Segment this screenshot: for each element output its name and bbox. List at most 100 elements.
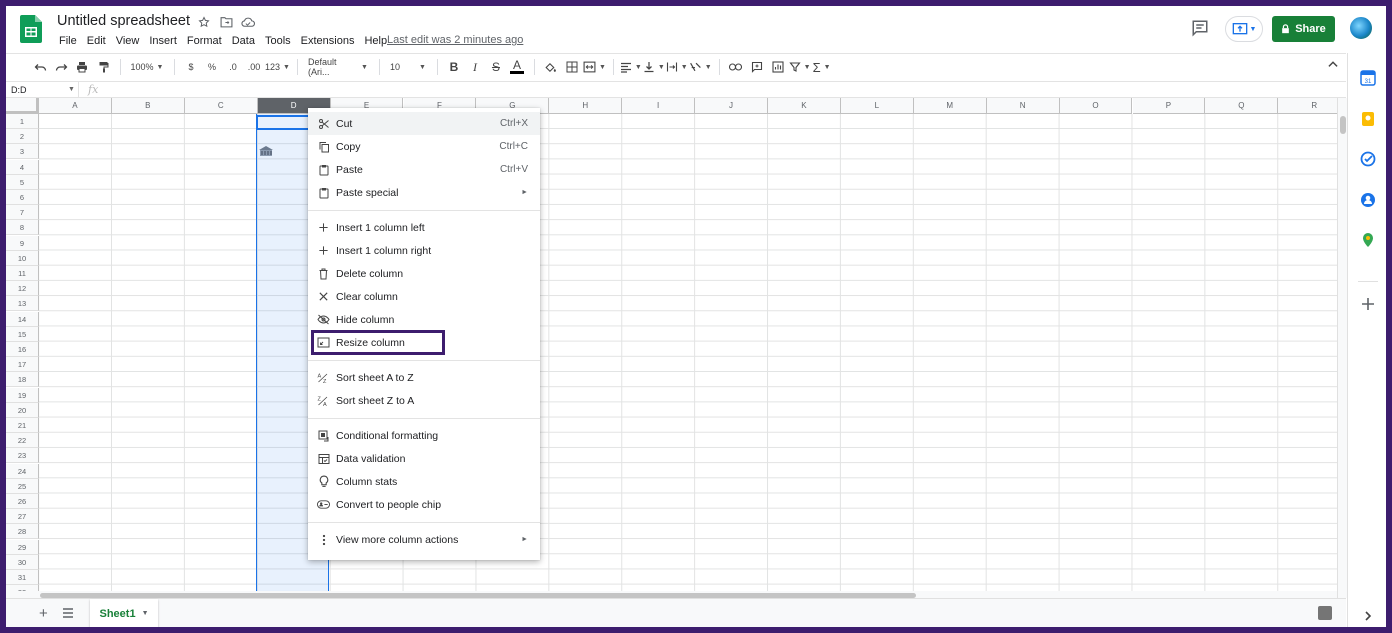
- menu-item-delete-column[interactable]: Delete column: [308, 262, 540, 285]
- menu-tools[interactable]: Tools: [260, 34, 296, 48]
- percent-format-button[interactable]: %: [202, 57, 222, 77]
- strikethrough-button[interactable]: S: [486, 57, 506, 77]
- insert-link-icon[interactable]: [726, 57, 746, 77]
- keep-icon[interactable]: [1360, 111, 1376, 127]
- row-header[interactable]: 13: [6, 296, 39, 312]
- menu-item-paste[interactable]: Paste Ctrl+V: [308, 158, 540, 181]
- row-header[interactable]: 2: [6, 129, 39, 145]
- row-header[interactable]: 29: [6, 539, 39, 555]
- menu-insert[interactable]: Insert: [144, 34, 182, 48]
- redo-icon[interactable]: [51, 57, 71, 77]
- column-header-i[interactable]: I: [622, 98, 696, 114]
- row-header[interactable]: 9: [6, 235, 39, 251]
- column-header-a[interactable]: A: [39, 98, 112, 114]
- sheet-tab[interactable]: Sheet1 ▼: [90, 599, 158, 627]
- row-header[interactable]: 27: [6, 509, 39, 525]
- row-header[interactable]: 6: [6, 190, 39, 205]
- increase-decimal-button[interactable]: .00: [244, 57, 264, 77]
- bold-button[interactable]: B: [444, 57, 464, 77]
- chevron-up-icon[interactable]: [1326, 57, 1340, 71]
- merge-cells-icon[interactable]: ▼: [583, 57, 606, 77]
- row-header[interactable]: 10: [6, 250, 39, 266]
- row-header[interactable]: 18: [6, 372, 39, 388]
- column-header-q[interactable]: Q: [1205, 98, 1279, 114]
- column-header-b[interactable]: B: [111, 98, 185, 114]
- font-size-select[interactable]: 10 ▼: [386, 57, 430, 77]
- row-header[interactable]: 30: [6, 554, 39, 570]
- row-header[interactable]: 25: [6, 478, 39, 494]
- chevron-down-icon[interactable]: ▼: [142, 610, 149, 617]
- row-header[interactable]: 24: [6, 463, 39, 479]
- row-header[interactable]: 4: [6, 159, 39, 175]
- present-button[interactable]: ▼: [1225, 16, 1263, 42]
- explore-icon[interactable]: [1318, 606, 1332, 620]
- row-header[interactable]: 17: [6, 357, 39, 373]
- undo-icon[interactable]: [30, 57, 50, 77]
- menu-item-conditional-formatting[interactable]: Conditional formatting: [308, 424, 540, 447]
- paint-format-icon[interactable]: [93, 57, 113, 77]
- horizontal-scrollbar[interactable]: [6, 591, 1337, 598]
- avatar[interactable]: [1349, 16, 1373, 40]
- star-icon[interactable]: [196, 14, 212, 30]
- menu-item-resize-column[interactable]: Resize column: [311, 330, 445, 355]
- menu-item-cut[interactable]: Cut Ctrl+X: [308, 112, 540, 135]
- add-addon-icon[interactable]: [1360, 296, 1376, 312]
- column-header-n[interactable]: N: [986, 98, 1060, 114]
- italic-button[interactable]: I: [465, 57, 485, 77]
- vertical-scroll-thumb[interactable]: [1340, 116, 1346, 134]
- chevron-right-icon[interactable]: [1360, 608, 1376, 624]
- row-header[interactable]: 28: [6, 524, 39, 540]
- row-header[interactable]: 12: [6, 281, 39, 297]
- menu-item-view-more-column-actions[interactable]: View more column actions ►: [308, 528, 540, 551]
- menu-item-insert-1-column-right[interactable]: Insert 1 column right: [308, 239, 540, 262]
- move-folder-icon[interactable]: [218, 14, 234, 30]
- print-icon[interactable]: [72, 57, 92, 77]
- cells-area[interactable]: [39, 114, 1337, 598]
- menu-item-sort-sheet-z-to-a[interactable]: Z A Sort sheet Z to A: [308, 389, 540, 412]
- contacts-icon[interactable]: [1360, 192, 1376, 208]
- row-header[interactable]: 26: [6, 494, 39, 509]
- comments-icon[interactable]: [1191, 19, 1209, 37]
- column-header-o[interactable]: O: [1059, 98, 1133, 114]
- borders-icon[interactable]: [562, 57, 582, 77]
- filter-icon[interactable]: ▼: [789, 57, 811, 77]
- vertical-align-icon[interactable]: ▼: [643, 57, 665, 77]
- column-header-h[interactable]: H: [549, 98, 623, 114]
- sheets-logo-icon[interactable]: [20, 15, 42, 43]
- menu-item-insert-1-column-left[interactable]: Insert 1 column left: [308, 216, 540, 239]
- menu-item-clear-column[interactable]: Clear column: [308, 285, 540, 308]
- last-edit-link[interactable]: Last edit was 2 minutes ago: [387, 34, 523, 46]
- add-sheet-icon[interactable]: +: [39, 605, 48, 622]
- menu-item-column-stats[interactable]: Column stats: [308, 470, 540, 493]
- column-header-k[interactable]: K: [768, 98, 841, 114]
- zoom-select[interactable]: 100% ▼: [127, 57, 167, 77]
- currency-format-button[interactable]: $: [181, 57, 201, 77]
- menu-item-paste-special[interactable]: Paste special ►: [308, 181, 540, 204]
- row-header[interactable]: 19: [6, 387, 39, 403]
- maps-icon[interactable]: [1360, 232, 1376, 248]
- column-header-m[interactable]: M: [913, 98, 987, 114]
- column-header-r[interactable]: R: [1278, 98, 1337, 114]
- menu-item-hide-column[interactable]: Hide column: [308, 308, 540, 331]
- vertical-scrollbar[interactable]: [1337, 98, 1347, 598]
- row-header[interactable]: 15: [6, 326, 39, 342]
- row-header[interactable]: 16: [6, 342, 39, 357]
- column-header-c[interactable]: C: [184, 98, 258, 114]
- row-header[interactable]: 31: [6, 570, 39, 585]
- share-button[interactable]: Share: [1272, 16, 1335, 42]
- row-header[interactable]: 1: [6, 114, 39, 129]
- menu-item-data-validation[interactable]: Data validation: [308, 447, 540, 470]
- menu-format[interactable]: Format: [182, 34, 227, 48]
- row-header[interactable]: 11: [6, 266, 39, 281]
- text-wrapping-icon[interactable]: ▼: [666, 57, 688, 77]
- row-header[interactable]: 14: [6, 311, 39, 327]
- text-color-button[interactable]: A: [507, 57, 527, 77]
- name-box-caret-icon[interactable]: ▼: [68, 82, 75, 98]
- menu-file[interactable]: File: [54, 34, 82, 48]
- text-rotation-icon[interactable]: ▼: [689, 57, 712, 77]
- row-header[interactable]: 3: [6, 144, 39, 160]
- menu-item-sort-sheet-a-to-z[interactable]: A Z Sort sheet A to Z: [308, 366, 540, 389]
- document-title[interactable]: Untitled spreadsheet: [57, 13, 190, 29]
- row-header[interactable]: 7: [6, 205, 39, 221]
- active-cell[interactable]: [256, 115, 308, 130]
